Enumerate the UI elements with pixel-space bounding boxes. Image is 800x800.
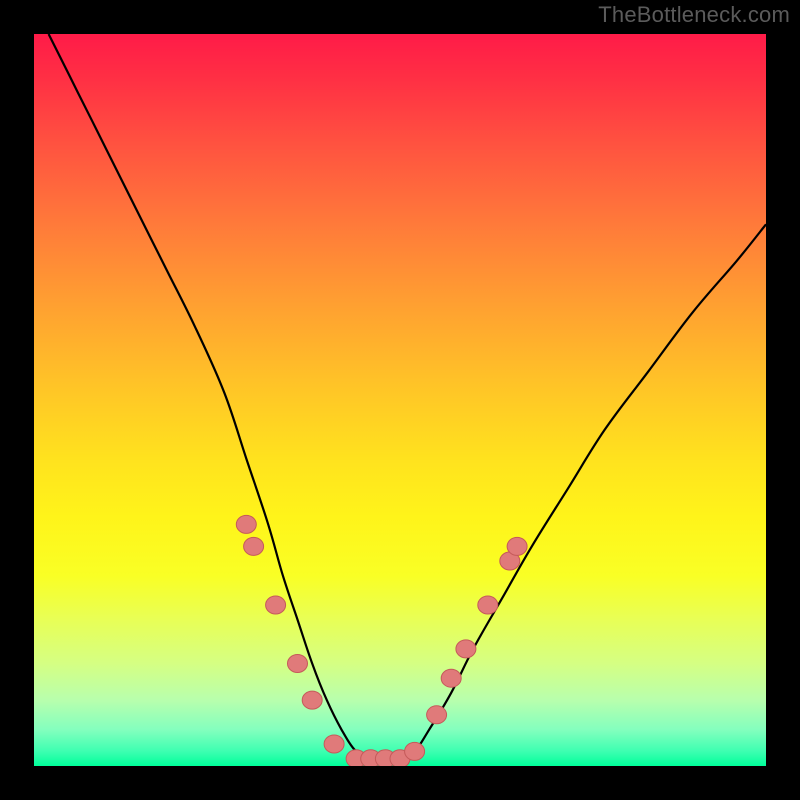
data-point (324, 735, 344, 753)
plot-area (34, 34, 766, 766)
bottleneck-curve (34, 34, 766, 766)
data-point (236, 515, 256, 533)
data-point (405, 742, 425, 760)
data-point (427, 706, 447, 724)
data-point (302, 691, 322, 709)
data-point (266, 596, 286, 614)
chart-root: TheBottleneck.com (0, 0, 800, 800)
data-point (441, 669, 461, 687)
curve-line (49, 34, 766, 759)
data-point (507, 537, 527, 555)
data-point-markers (236, 515, 527, 766)
data-point (244, 537, 264, 555)
watermark-label: TheBottleneck.com (598, 2, 790, 28)
data-point (478, 596, 498, 614)
data-point (456, 640, 476, 658)
data-point (288, 655, 308, 673)
